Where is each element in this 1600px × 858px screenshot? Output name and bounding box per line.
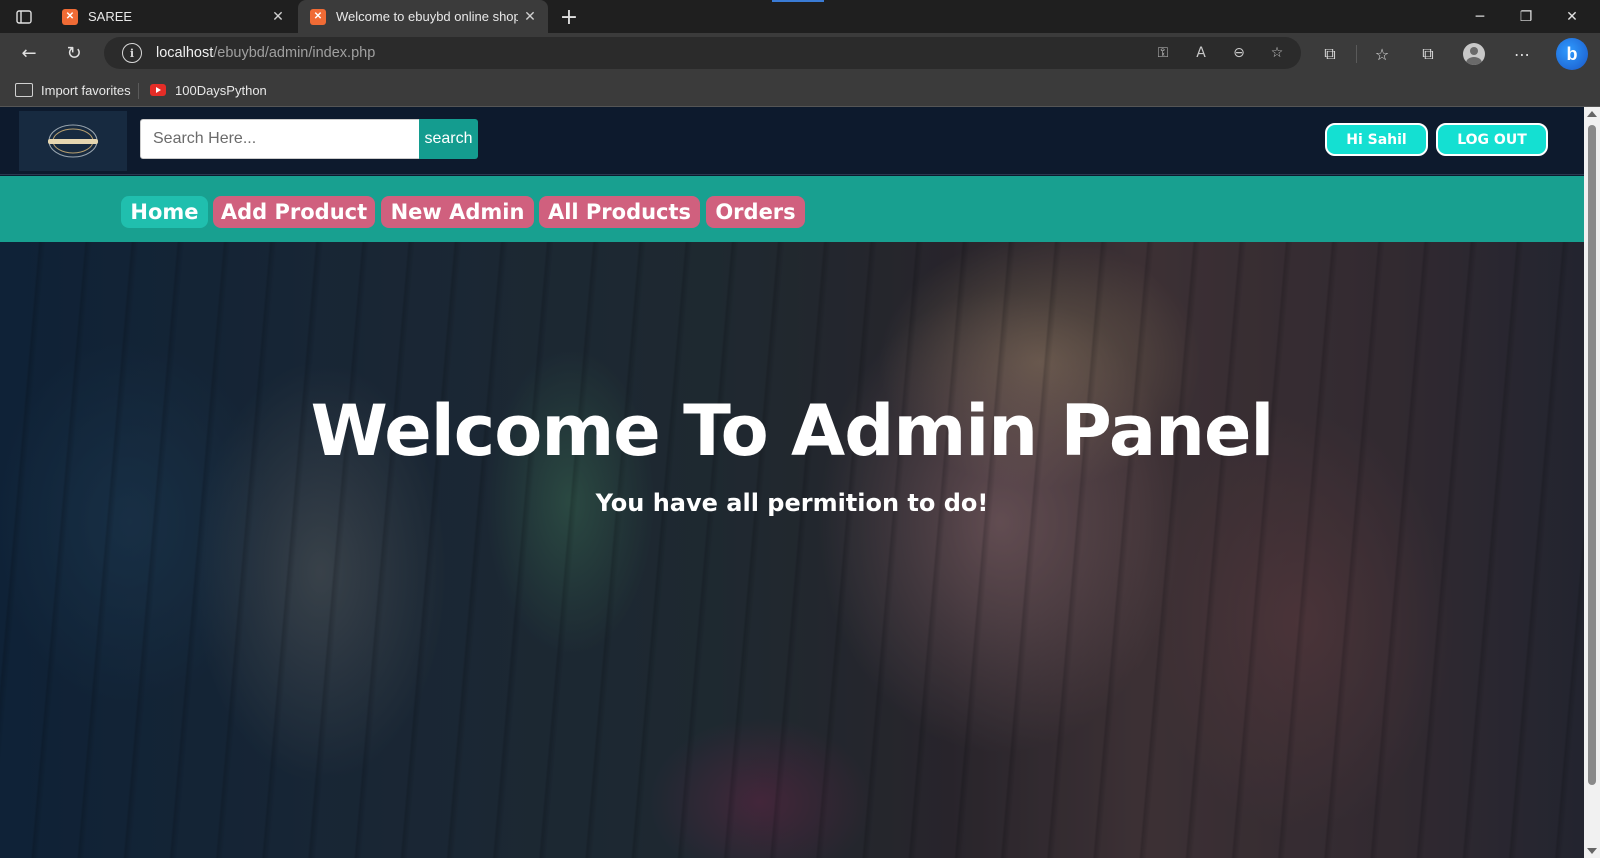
read-aloud-icon[interactable]: A — [1189, 41, 1213, 65]
close-tab-icon[interactable]: ✕ — [518, 5, 542, 29]
avatar — [1463, 43, 1485, 65]
xampp-icon: ✕ — [310, 8, 326, 25]
address-bar[interactable]: i localhost/ebuybd/admin/index.php — [104, 37, 1301, 69]
bookmark-label: Import favorites — [41, 82, 131, 98]
nav-add-product[interactable]: Add Product — [213, 196, 375, 228]
search-input[interactable] — [140, 119, 420, 159]
hero-overlay — [0, 242, 1584, 858]
hero-subtitle: You have all permition to do! — [595, 489, 989, 517]
browser-tab-bar: ✕ SAREE ✕ ✕ Welcome to ebuybd online sho… — [0, 0, 1600, 33]
tab-title: SAREE — [88, 9, 133, 24]
tab-actions-icon[interactable] — [12, 6, 36, 28]
scrollbar-thumb[interactable] — [1588, 125, 1596, 785]
add-favorite-icon[interactable]: ☆ — [1265, 41, 1289, 65]
bing-copilot-icon[interactable]: b — [1555, 37, 1589, 71]
bookmark-import-favorites[interactable]: Import favorites — [15, 80, 131, 100]
bing-logo: b — [1556, 38, 1588, 70]
main-nav: Home Add Product New Admin All Products … — [0, 176, 1584, 242]
toolbar-divider — [1356, 45, 1357, 63]
minimize-icon[interactable]: ─ — [1457, 0, 1503, 33]
nav-all-products[interactable]: All Products — [539, 196, 700, 228]
xampp-icon: ✕ — [62, 8, 78, 25]
new-tab-icon[interactable]: + — [556, 4, 582, 30]
url-text: localhost/ebuybd/admin/index.php — [156, 45, 376, 61]
profile-icon[interactable] — [1460, 40, 1488, 68]
browser-toolbar: ← ↻ i localhost/ebuybd/admin/index.php ⚿… — [0, 33, 1600, 73]
hero-title: Welcome To Admin Panel — [310, 390, 1275, 472]
extensions-icon[interactable]: ⧉ — [1316, 40, 1344, 68]
hero-banner: Welcome To Admin Panel You have all perm… — [0, 242, 1584, 858]
user-greeting-button[interactable]: Hi Sahil — [1325, 123, 1428, 156]
import-favorites-icon — [15, 83, 33, 97]
favorites-icon[interactable]: ☆ — [1368, 40, 1396, 68]
site-logo[interactable] — [19, 111, 127, 171]
page-viewport: search Hi Sahil LOG OUT Home Add Product… — [0, 107, 1584, 858]
bookmark-100dayspython[interactable]: 100DaysPython — [150, 80, 267, 100]
tab-title: Welcome to ebuybd online shop — [336, 9, 518, 24]
scroll-up-icon[interactable] — [1587, 111, 1597, 117]
search-button[interactable]: search — [419, 119, 478, 159]
restore-icon[interactable]: ❐ — [1503, 0, 1549, 33]
scroll-down-icon[interactable] — [1587, 848, 1597, 854]
close-window-icon[interactable]: ✕ — [1549, 0, 1595, 33]
more-options-icon[interactable]: ⋯ — [1508, 40, 1536, 68]
tab-saree[interactable]: ✕ SAREE ✕ — [50, 0, 296, 33]
refresh-icon[interactable]: ↻ — [59, 39, 89, 67]
nav-new-admin[interactable]: New Admin — [381, 196, 534, 228]
bookmarks-bar: Import favorites 100DaysPython — [0, 73, 1600, 107]
tab-drag-indicator — [772, 0, 824, 2]
zoom-out-icon[interactable]: ⊖ — [1227, 41, 1251, 65]
nav-home[interactable]: Home — [121, 196, 208, 228]
password-key-icon[interactable]: ⚿ — [1151, 41, 1175, 65]
page-scrollbar[interactable] — [1584, 107, 1600, 858]
logo-emblem-icon — [48, 124, 98, 158]
close-tab-icon[interactable]: ✕ — [266, 5, 290, 29]
site-info-icon[interactable]: i — [122, 43, 142, 63]
tab-welcome[interactable]: ✕ Welcome to ebuybd online shop ✕ — [298, 0, 548, 33]
youtube-icon — [150, 84, 166, 96]
back-icon[interactable]: ← — [14, 39, 44, 67]
bookmark-divider — [138, 83, 139, 99]
bookmark-label: 100DaysPython — [175, 82, 267, 98]
site-header: search Hi Sahil LOG OUT — [0, 107, 1584, 175]
nav-orders[interactable]: Orders — [706, 196, 805, 228]
collections-icon[interactable]: ⧉ — [1414, 40, 1442, 68]
logout-button[interactable]: LOG OUT — [1436, 123, 1548, 156]
